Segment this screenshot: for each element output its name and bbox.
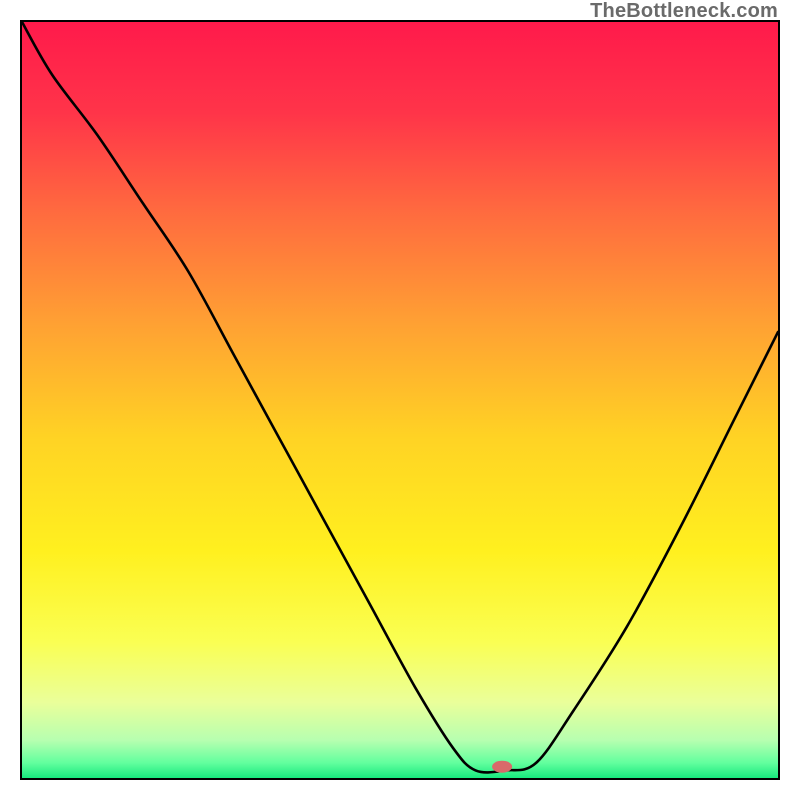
optimal-marker	[492, 761, 512, 773]
plot-area	[20, 20, 780, 780]
bottleneck-curve-path	[22, 22, 778, 772]
bottleneck-chart: TheBottleneck.com	[0, 0, 800, 800]
curve-layer	[22, 22, 778, 778]
